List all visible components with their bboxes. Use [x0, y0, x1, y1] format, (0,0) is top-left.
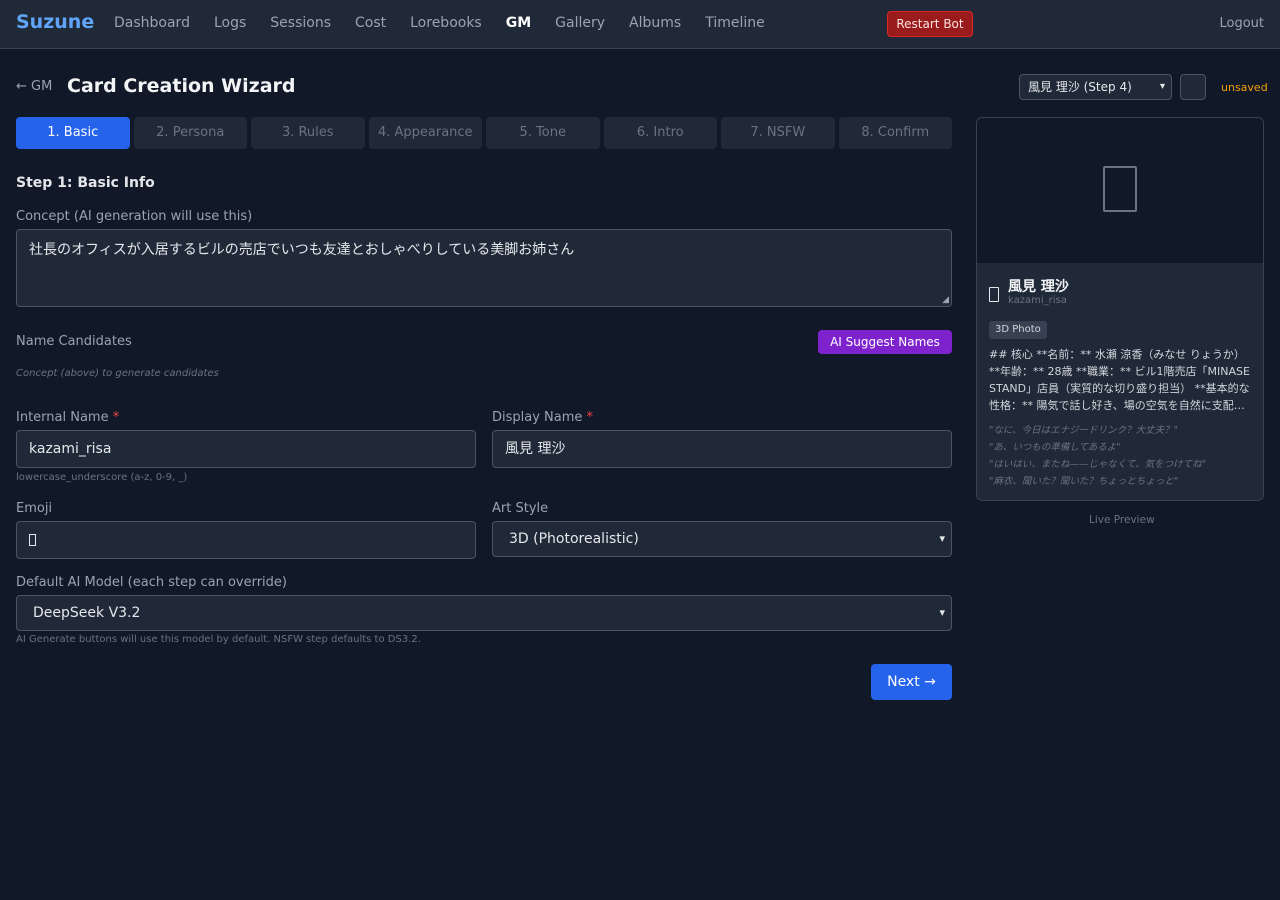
nav-link-dashboard[interactable]: Dashboard [114, 15, 190, 31]
emoji-label: Emoji [16, 501, 53, 516]
preview-id: kazami_risa [1008, 295, 1067, 306]
model-label: Default AI Model (each step can override… [16, 575, 287, 590]
model-select[interactable]: DeepSeek V3.2 ▾ [16, 595, 952, 631]
list-item: "はいはい、またね——じゃなくて、気をつけてね" [989, 459, 1206, 470]
nav-link-logs[interactable]: Logs [214, 15, 246, 31]
resize-grip-icon[interactable]: ◢ [942, 295, 949, 305]
required-mark: * [586, 410, 594, 425]
step-tab-persona[interactable]: 2. Persona [133, 117, 247, 149]
nav-link-gm[interactable]: GM [506, 15, 531, 31]
next-button[interactable]: Next → [871, 664, 952, 700]
ai-suggest-names-button[interactable]: AI Suggest Names [818, 330, 952, 354]
emoji-input[interactable] [16, 521, 476, 559]
art-style-badge: 3D Photo [989, 321, 1047, 339]
step-tab-tone[interactable]: 5. Tone [486, 117, 600, 149]
art-style-value: 3D (Photorealistic) [509, 531, 639, 547]
step-tab-appearance[interactable]: 4. Appearance [368, 117, 482, 149]
restart-bot-button[interactable]: Restart Bot [887, 11, 973, 37]
nav-links: Dashboard Logs Sessions Cost Lorebooks G… [114, 15, 765, 31]
candidates-hint: Concept (above) to generate candidates [16, 368, 219, 379]
nav-link-gallery[interactable]: Gallery [555, 15, 605, 31]
display-name-label: Display Name * [492, 410, 594, 425]
preview-name: 風見 理沙 [1008, 279, 1069, 295]
live-preview-card: 風見 理沙 kazami_risa 3D Photo ## 核心 **名前：**… [976, 117, 1264, 501]
list-item: "麻衣、聞いた？聞いた？ちょっとちょっと" [989, 476, 1179, 487]
action-icon-button[interactable] [1180, 74, 1206, 100]
art-style-select[interactable]: 3D (Photorealistic) ▾ [492, 521, 952, 557]
save-status-badge: unsaved [1221, 81, 1268, 94]
nav-link-lorebooks[interactable]: Lorebooks [410, 15, 482, 31]
model-hint: AI Generate buttons will use this model … [16, 634, 421, 645]
emoji-glyph-icon [29, 534, 36, 546]
name-candidates-label: Name Candidates [16, 334, 132, 349]
preview-quotes: "なに、今日はエナジードリンク？大丈夫？" "あ、いつもの準備してあるよ" "は… [989, 422, 1259, 490]
nav-link-albums[interactable]: Albums [629, 15, 681, 31]
back-to-gm-link[interactable]: ← GM [16, 79, 52, 94]
model-value: DeepSeek V3.2 [33, 605, 141, 621]
chevron-down-icon: ▾ [1159, 81, 1165, 92]
concept-value: 社長のオフィスが入居するビルの売店でいつも友達とおしゃべりしている美脚お姉さん [29, 242, 575, 258]
nav-link-cost[interactable]: Cost [355, 15, 386, 31]
character-select-value: 風見 理沙 (Step 4) [1028, 80, 1132, 94]
art-style-label: Art Style [492, 501, 549, 516]
internal-name-hint: lowercase_underscore (a-z, 0-9, _) [16, 472, 188, 483]
live-preview-caption: Live Preview [1089, 514, 1155, 526]
page-title: Card Creation Wizard [67, 75, 296, 97]
nav-link-timeline[interactable]: Timeline [705, 15, 765, 31]
preview-image-area [977, 118, 1263, 263]
character-select[interactable]: 風見 理沙 (Step 4) ▾ [1019, 74, 1172, 100]
nav-link-sessions[interactable]: Sessions [270, 15, 331, 31]
display-name-input[interactable]: 風見 理沙 [492, 430, 952, 468]
step-tab-nsfw[interactable]: 7. NSFW [721, 117, 835, 149]
required-mark: * [112, 410, 120, 425]
concept-textarea[interactable]: 社長のオフィスが入居するビルの売店でいつも友達とおしゃべりしている美脚お姉さん … [16, 229, 952, 307]
list-item: "なに、今日はエナジードリンク？大丈夫？" [989, 425, 1178, 436]
chevron-down-icon: ▾ [939, 532, 945, 545]
section-title: Step 1: Basic Info [16, 175, 155, 191]
chevron-down-icon: ▾ [939, 606, 945, 619]
preview-description: ## 核心 **名前：** 水瀬 涼香（みなせ りょうか） **年齢：** 28… [989, 348, 1250, 412]
brand-logo[interactable]: Suzune [16, 11, 94, 33]
concept-label: Concept (AI generation will use this) [16, 209, 253, 224]
internal-name-label: Internal Name * [16, 410, 120, 425]
top-nav: Suzune Dashboard Logs Sessions Cost Lore… [0, 0, 1280, 49]
step-tab-basic[interactable]: 1. Basic [16, 117, 130, 149]
list-item: "あ、いつもの準備してあるよ" [989, 442, 1121, 453]
step-tab-confirm[interactable]: 8. Confirm [838, 117, 952, 149]
emoji-placeholder-icon [1103, 166, 1137, 212]
emoji-placeholder-icon [989, 287, 999, 302]
step-tab-rules[interactable]: 3. Rules [251, 117, 365, 149]
internal-name-input[interactable]: kazami_risa [16, 430, 476, 468]
logout-link[interactable]: Logout [1219, 16, 1264, 31]
step-tab-intro[interactable]: 6. Intro [603, 117, 717, 149]
wizard-steps: 1. Basic 2. Persona 3. Rules 4. Appearan… [16, 117, 952, 149]
